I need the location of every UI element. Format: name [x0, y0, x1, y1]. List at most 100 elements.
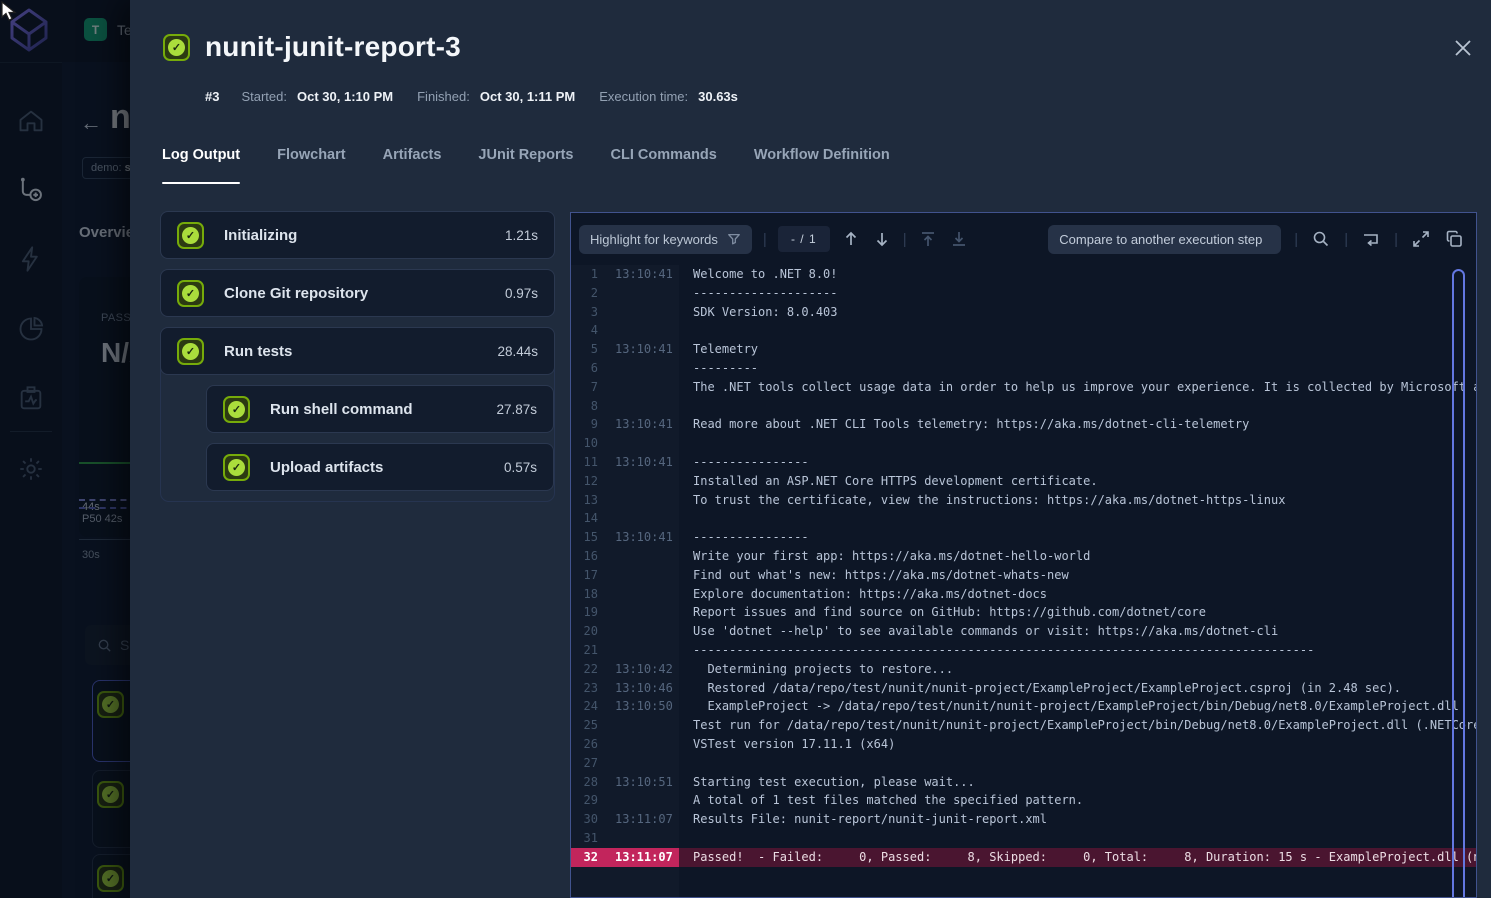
- modal-tabs: Log Output Flowchart Artifacts JUnit Report…: [162, 147, 890, 175]
- toolbar-divider: |: [903, 231, 907, 248]
- log-timestamp: 13:10:46: [598, 679, 679, 698]
- log-line-number: 20: [571, 622, 598, 641]
- log-line: 3213:11:07Passed! - Failed: 0, Passed: 8…: [571, 848, 1476, 867]
- success-check-icon: ✓: [163, 34, 190, 61]
- log-text: Test run for /data/repo/test/nunit/nunit…: [679, 716, 1476, 735]
- log-timestamp: [598, 566, 679, 585]
- finished-value: Oct 30, 1:11 PM: [480, 89, 575, 104]
- match-counter: - / 1: [778, 226, 830, 252]
- step-duration: 28.44s: [497, 344, 538, 359]
- log-text: [679, 829, 1476, 848]
- log-line-number: 12: [571, 472, 598, 491]
- log-text: Explore documentation: https://aka.ms/do…: [679, 585, 1476, 604]
- log-line-number: 15: [571, 528, 598, 547]
- log-line: 4: [571, 321, 1476, 340]
- log-text: Starting test execution, please wait...: [679, 773, 1476, 792]
- log-line: 2--------------------: [571, 284, 1476, 303]
- log-text: To trust the certificate, view the instr…: [679, 491, 1476, 510]
- log-text: ----------------: [679, 528, 1476, 547]
- highlight-keywords-input[interactable]: Highlight for keywords: [579, 225, 752, 254]
- tab-junit-reports[interactable]: JUnit Reports: [478, 147, 573, 175]
- compare-step-dropdown[interactable]: Compare to another execution step: [1048, 225, 1281, 254]
- log-line: 3013:11:07Results File: nunit-report/nun…: [571, 810, 1476, 829]
- log-timestamp: [598, 791, 679, 810]
- next-match-icon[interactable]: [872, 229, 892, 249]
- execution-meta: #3 Started: Oct 30, 1:10 PM Finished: Oc…: [205, 89, 752, 104]
- step-duration: 0.57s: [504, 460, 537, 475]
- log-timestamp: 13:10:41: [598, 340, 679, 359]
- log-line: 3SDK Version: 8.0.403: [571, 303, 1476, 322]
- log-timestamp: [598, 359, 679, 378]
- toolbar-divider: |: [763, 231, 767, 248]
- tab-cli-commands[interactable]: CLI Commands: [611, 147, 717, 175]
- log-text: ----------------------------------------…: [679, 641, 1476, 660]
- log-text: Use 'dotnet --help' to see available com…: [679, 622, 1476, 641]
- log-line-number: 25: [571, 716, 598, 735]
- log-text: Restored /data/repo/test/nunit/nunit-pro…: [679, 679, 1476, 698]
- log-line: 18Explore documentation: https://aka.ms/…: [571, 585, 1476, 604]
- log-line-number: 16: [571, 547, 598, 566]
- steps-list: ✓Initializing1.21s ✓ Clone Git repository 0…: [160, 211, 555, 502]
- log-line: 1113:10:41----------------: [571, 453, 1476, 472]
- log-scrollbar-thumb[interactable]: [1452, 269, 1465, 898]
- log-line-number: 13: [571, 491, 598, 510]
- log-timestamp: [598, 716, 679, 735]
- copy-icon[interactable]: [1444, 229, 1464, 249]
- step-label: Clone Git repository: [224, 285, 485, 302]
- log-line-number: 6: [571, 359, 598, 378]
- expand-fullscreen-icon[interactable]: [1411, 229, 1431, 249]
- log-line-number: 8: [571, 397, 598, 416]
- log-timestamp: 13:10:50: [598, 697, 679, 716]
- wrap-lines-icon[interactable]: [1361, 229, 1381, 249]
- step-row-clone-git-repository[interactable]: ✓Clone Git repository0.97s: [160, 269, 555, 317]
- log-line-number: 11: [571, 453, 598, 472]
- previous-match-icon[interactable]: [841, 229, 861, 249]
- log-timestamp: [598, 491, 679, 510]
- search-icon[interactable]: [1311, 229, 1331, 249]
- log-line: 16Write your first app: https://aka.ms/d…: [571, 547, 1476, 566]
- log-text: [679, 509, 1476, 528]
- tab-flowchart[interactable]: Flowchart: [277, 147, 345, 175]
- log-line-number: 26: [571, 735, 598, 754]
- log-line-number: 32: [571, 848, 598, 867]
- log-line: 27: [571, 754, 1476, 773]
- log-timestamp: 13:11:07: [598, 848, 679, 867]
- log-timestamp: [598, 434, 679, 453]
- log-line: 1513:10:41----------------: [571, 528, 1476, 547]
- finished-label: Finished:: [417, 89, 470, 104]
- log-timestamp: [598, 509, 679, 528]
- log-timestamp: [598, 585, 679, 604]
- log-timestamp: 13:10:41: [598, 415, 679, 434]
- log-line-number: 21: [571, 641, 598, 660]
- log-timestamp: 13:10:41: [598, 265, 679, 284]
- log-timestamp: [598, 472, 679, 491]
- log-line: 2313:10:46 Restored /data/repo/test/nuni…: [571, 679, 1476, 698]
- log-text: [679, 754, 1476, 773]
- log-line-number: 27: [571, 754, 598, 773]
- log-timestamp: [598, 829, 679, 848]
- execution-time-label: Execution time:: [599, 89, 688, 104]
- log-line-number: 5: [571, 340, 598, 359]
- step-row-run-tests[interactable]: ✓Run tests28.44s: [160, 327, 555, 375]
- mouse-cursor: [1, 1, 18, 23]
- tab-log-output[interactable]: Log Output: [162, 147, 240, 175]
- log-line-number: 28: [571, 773, 598, 792]
- step-row-run-shell-command[interactable]: ✓Run shell command27.87s: [206, 385, 554, 433]
- log-line-number: 17: [571, 566, 598, 585]
- success-check-icon: ✓: [177, 280, 204, 307]
- step-row-upload-artifacts[interactable]: ✓Upload artifacts0.57s: [206, 443, 554, 491]
- tab-artifacts[interactable]: Artifacts: [383, 147, 442, 175]
- log-line-number: 14: [571, 509, 598, 528]
- log-line: 25 Test run for /data/repo/test/nunit/nun…: [571, 716, 1476, 735]
- scroll-to-bottom-icon[interactable]: [949, 229, 969, 249]
- log-line-number: 29: [571, 791, 598, 810]
- log-text: Determining projects to restore...: [679, 660, 1476, 679]
- log-line: 113:10:41Welcome to .NET 8.0!: [571, 265, 1476, 284]
- scroll-to-top-icon[interactable]: [918, 229, 938, 249]
- log-text: [679, 321, 1476, 340]
- log-line-number: 2: [571, 284, 598, 303]
- log-timestamp: [598, 321, 679, 340]
- tab-workflow-definition[interactable]: Workflow Definition: [754, 147, 890, 175]
- step-row-initializing[interactable]: ✓Initializing1.21s: [160, 211, 555, 259]
- close-icon[interactable]: [1453, 38, 1473, 58]
